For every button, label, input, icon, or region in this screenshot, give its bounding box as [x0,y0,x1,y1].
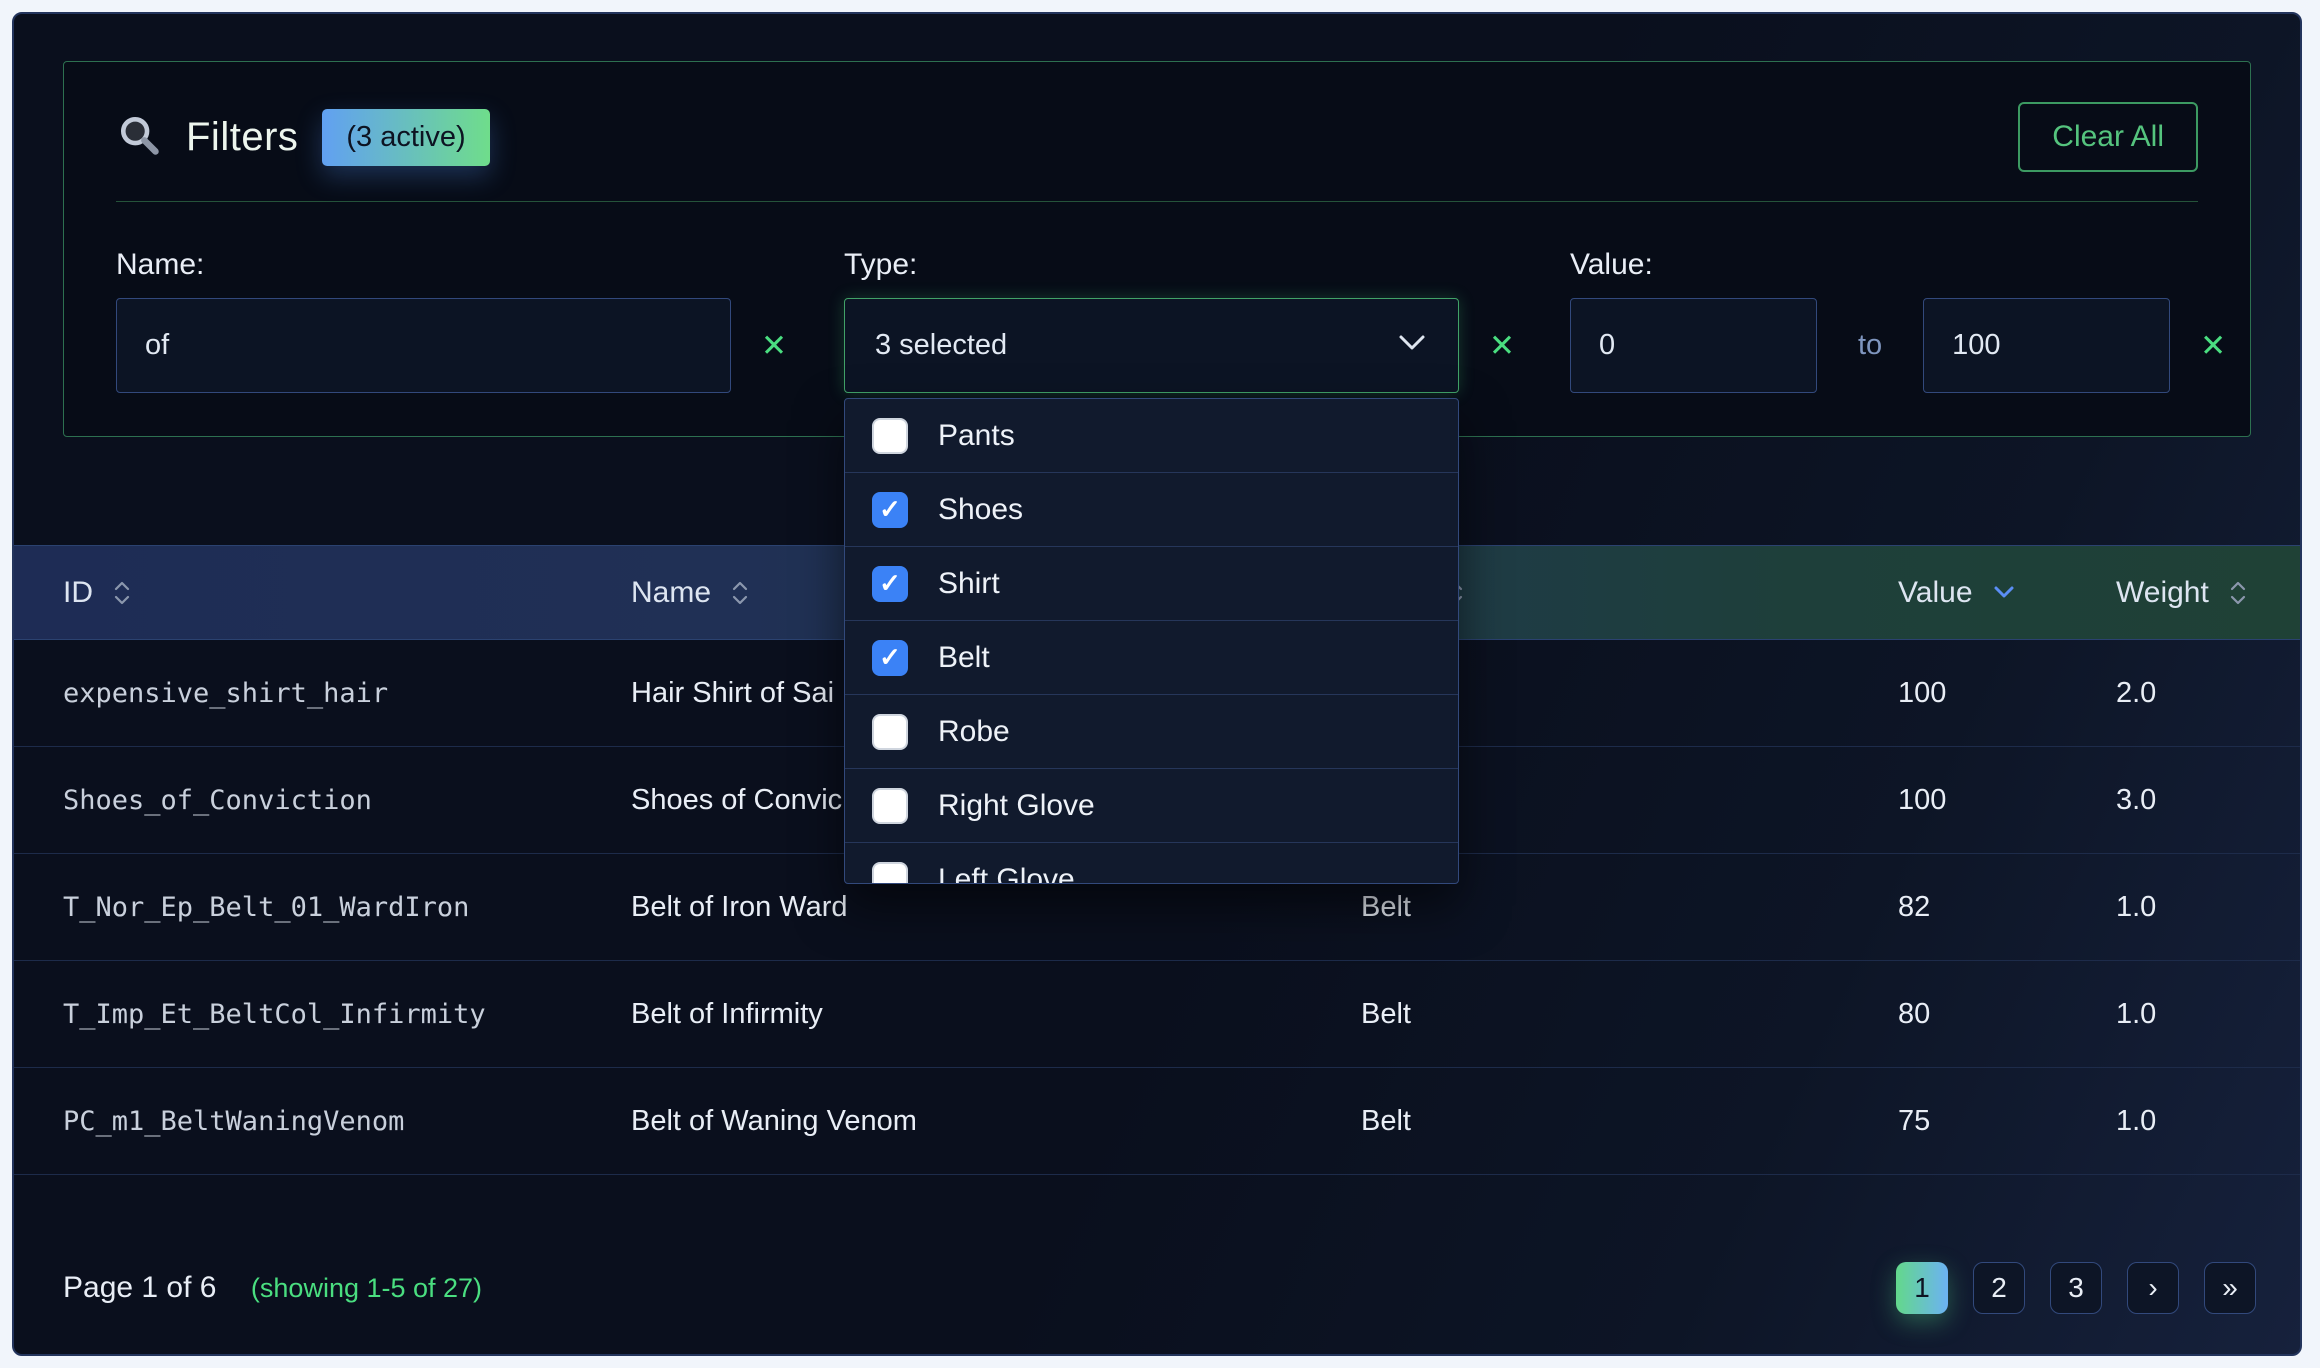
app-container: Filters (3 active) Clear All Name: ✕ Typ… [12,12,2302,1356]
cell-id: PC_m1_BeltWaningVenom [14,1068,631,1174]
clear-all-button[interactable]: Clear All [2018,102,2198,172]
dropdown-option[interactable]: ✓ Shirt [845,547,1458,621]
cell-weight: 1.0 [2116,961,2300,1067]
cell-id: Shoes_of_Conviction [14,747,631,853]
type-filter-dropdown: Pants ✓ Shoes ✓ Shirt ✓ Belt Robe Right … [844,398,1459,884]
pagination-status-group: Page 1 of 6 (showing 1-5 of 27) [63,1271,482,1305]
column-label: Weight [2116,576,2209,610]
cell-id: T_Nor_Ep_Belt_01_WardIron [14,854,631,960]
clear-name-filter-button[interactable]: ✕ [755,324,793,367]
cell-value: 75 [1898,1068,2116,1174]
sort-neutral-icon [111,578,133,608]
to-label: to [1858,329,1882,362]
page-status: Page 1 of 6 [63,1271,216,1304]
option-checkbox[interactable] [872,862,908,885]
option-checkbox[interactable] [872,714,908,750]
table-footer: Page 1 of 6 (showing 1-5 of 27) 123 › » [14,1262,2300,1314]
page-button-1[interactable]: 1 [1896,1262,1948,1314]
sort-desc-icon [1991,584,2017,602]
cell-type: Belt [1361,961,1898,1067]
option-checkbox[interactable]: ✓ [872,566,908,602]
value-filter-group: Value: to ✕ [1570,248,2232,393]
name-filter-input[interactable] [116,298,731,393]
column-label: ID [63,576,93,610]
next-page-button[interactable]: › [2127,1262,2179,1314]
cell-weight: 2.0 [2116,640,2300,746]
option-checkbox[interactable]: ✓ [872,492,908,528]
column-label: Name [631,576,711,610]
option-label: Right Glove [938,789,1095,823]
cell-name: Belt of Waning Venom [631,1068,1361,1174]
table-row: T_Imp_Et_BeltCol_Infirmity Belt of Infir… [14,961,2300,1068]
dropdown-option[interactable]: ✓ Shoes [845,473,1458,547]
pagination-buttons: 123 › » [1896,1262,2256,1314]
option-checkbox[interactable] [872,788,908,824]
option-label: Left Glove [938,863,1075,885]
showing-count: (showing 1-5 of 27) [251,1273,482,1303]
column-header-value[interactable]: Value [1898,546,2116,639]
type-filter-select[interactable]: 3 selected [844,298,1459,393]
option-checkbox[interactable]: ✓ [872,640,908,676]
value-max-input[interactable] [1923,298,2170,393]
name-filter-label: Name: [116,248,793,282]
cell-name: Belt of Infirmity [631,961,1361,1067]
filters-body: Name: ✕ Type: 3 selected [116,248,2198,393]
cell-weight: 3.0 [2116,747,2300,853]
dropdown-option[interactable]: Right Glove [845,769,1458,843]
cell-value: 100 [1898,747,2116,853]
cell-type: Belt [1361,1068,1898,1174]
dropdown-option[interactable]: Robe [845,695,1458,769]
option-label: Robe [938,715,1010,749]
cell-value: 82 [1898,854,2116,960]
filters-title-group: Filters (3 active) [116,109,490,166]
cell-id: T_Imp_Et_BeltCol_Infirmity [14,961,631,1067]
page-button-3[interactable]: 3 [2050,1262,2102,1314]
clear-type-filter-button[interactable]: ✕ [1483,324,1521,367]
dropdown-option[interactable]: Left Glove [845,843,1458,884]
dropdown-option[interactable]: Pants [845,399,1458,473]
last-page-button[interactable]: » [2204,1262,2256,1314]
filters-title: Filters [186,115,298,160]
clear-value-filter-button[interactable]: ✕ [2194,324,2232,367]
column-header-weight[interactable]: Weight [2116,546,2300,639]
option-label: Shoes [938,493,1023,527]
value-min-input[interactable] [1570,298,1817,393]
cell-value: 80 [1898,961,2116,1067]
table-row: PC_m1_BeltWaningVenom Belt of Waning Ven… [14,1068,2300,1175]
sort-neutral-icon [2227,578,2249,608]
cell-weight: 1.0 [2116,854,2300,960]
type-select-value: 3 selected [875,329,1007,362]
page-button-2[interactable]: 2 [1973,1262,2025,1314]
filters-header: Filters (3 active) Clear All [116,102,2198,202]
cell-value: 100 [1898,640,2116,746]
option-checkbox[interactable] [872,418,908,454]
cell-id: expensive_shirt_hair [14,640,631,746]
sort-neutral-icon [729,578,751,608]
column-header-id[interactable]: ID [14,546,631,639]
type-filter-group: Type: 3 selected ✕ Pants [844,248,1521,393]
cell-weight: 1.0 [2116,1068,2300,1174]
option-label: Belt [938,641,990,675]
chevron-down-icon [1396,333,1428,358]
magnifier-icon [116,112,162,163]
name-filter-group: Name: ✕ [116,248,793,393]
type-filter-label: Type: [844,248,1521,282]
column-label: Value [1898,576,1973,610]
option-label: Shirt [938,567,1000,601]
option-label: Pants [938,419,1015,453]
filters-panel: Filters (3 active) Clear All Name: ✕ Typ… [63,61,2251,437]
value-filter-label: Value: [1570,248,2232,282]
active-filters-badge: (3 active) [322,109,489,166]
dropdown-option[interactable]: ✓ Belt [845,621,1458,695]
